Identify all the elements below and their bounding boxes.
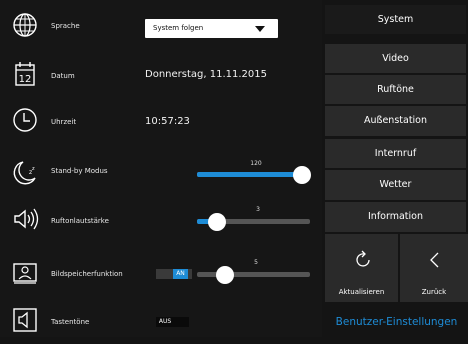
language-select-value: System folgen [153,24,204,32]
key-tones-toggle-off: AUS [158,318,172,325]
page-title: Benutzer-Einstellungen [335,316,458,328]
standby-value: 120 [250,160,262,167]
menu-outdoor-station-button[interactable]: Außenstation [325,106,466,136]
ringtone-volume-label: Ruftonlautstärke [51,217,109,225]
chevron-down-icon [255,26,265,32]
menu-system-button[interactable]: System [325,5,466,34]
ringtone-volume-slider-handle[interactable] [208,213,227,231]
calendar-icon: 12 [15,62,35,86]
svg-text:z: z [32,166,35,172]
globe-icon [13,13,37,37]
image-memory-toggle[interactable]: AN [156,269,192,279]
ringtone-volume-value: 3 [256,206,260,213]
standby-row: z z Stand-by Modus 120 [0,150,322,196]
key-tones-label: Tastentöne [51,318,90,326]
image-memory-toggle-on: AN [173,269,188,279]
date-value[interactable]: Donnerstag, 11.11.2015 [145,69,267,80]
date-label: Datum [51,72,75,80]
menu-ringtones-button[interactable]: Ruftöne [325,75,466,104]
image-memory-icon [13,263,37,284]
image-memory-label: Bildspeicherfunktion [51,270,123,278]
standby-label: Stand-by Modus [51,167,108,175]
time-row: Uhrzeit 10:57:23 [0,98,322,144]
menu-video-button[interactable]: Video [325,44,466,73]
image-memory-row: Bildspeicherfunktion AN 5 [0,251,322,297]
date-row: 12 Datum Donnerstag, 11.11.2015 [0,52,322,98]
standby-slider-fill [197,172,302,177]
back-label: Zurück [421,288,447,296]
key-tones-toggle[interactable]: AUS [156,317,189,327]
key-tones-row: Tastentöne AUS [0,298,322,344]
refresh-icon [356,250,370,267]
image-memory-value: 5 [254,259,258,266]
svg-text:12: 12 [19,74,32,85]
chevron-left-icon [430,252,439,268]
language-label: Sprache [51,22,80,30]
speaker-volume-icon [14,208,39,230]
menu-panel: System Video Ruftöne Außenstation Intern… [322,0,468,337]
refresh-button[interactable]: Aktualisieren [325,234,398,302]
back-button[interactable]: Zurück [400,234,468,302]
menu-intercom-button[interactable]: Internruf [325,139,466,168]
language-row: Sprache System folgen [0,3,322,49]
settings-panel: Sprache System folgen 12 Datum Donnersta… [0,0,322,337]
time-value[interactable]: 10:57:23 [145,116,190,127]
refresh-label: Aktualisieren [338,288,385,296]
key-tone-icon [13,308,37,332]
moon-sleep-icon: z z [13,161,36,185]
standby-slider-handle[interactable] [293,166,311,184]
image-memory-slider-handle[interactable] [216,266,235,284]
clock-icon [13,108,37,132]
language-select[interactable]: System folgen [145,19,278,38]
menu-weather-button[interactable]: Wetter [325,170,466,200]
ringtone-volume-row: Ruftonlautstärke 3 [0,197,322,243]
time-label: Uhrzeit [51,118,77,126]
menu-information-button[interactable]: Information [325,202,466,232]
